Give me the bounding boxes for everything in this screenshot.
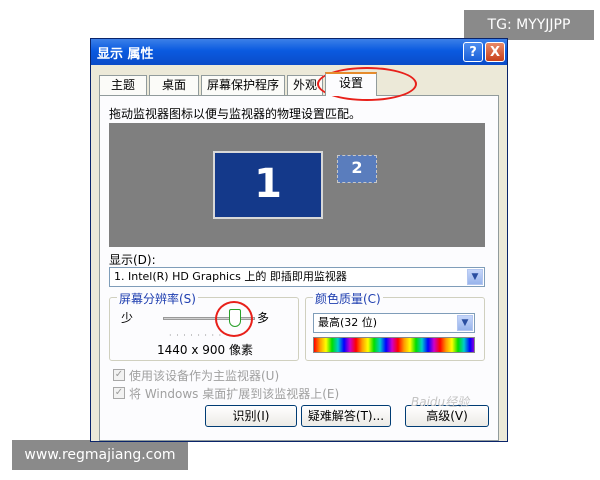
close-button[interactable]: X [485, 42, 505, 62]
tab-settings[interactable]: 设置 [325, 72, 377, 96]
display-select[interactable]: 1. Intel(R) HD Graphics 上的 即插即用监视器 ▼ [109, 267, 485, 287]
color-quality-value: 最高(32 位) [318, 316, 378, 329]
site-watermark: www.regmajiang.com [12, 440, 188, 470]
primary-monitor-label: 使用该设备作为主监视器(U) [129, 369, 280, 383]
resolution-more-label: 多 [257, 311, 270, 325]
monitor-arrangement-area: 1 2 [109, 123, 485, 247]
instruction-text: 拖动监视器图标以便与监视器的物理设置匹配。 [109, 107, 362, 121]
display-properties-window: 显示 属性 ? X 主题 桌面 屏幕保护程序 外观 设置 拖动监视器图标以便与监… [90, 38, 508, 442]
chevron-down-icon[interactable]: ▼ [467, 269, 483, 285]
tg-watermark: TG: MYYJJPP [464, 10, 594, 40]
display-select-value: 1. Intel(R) HD Graphics 上的 即插即用监视器 [114, 270, 347, 283]
title-bar[interactable]: 显示 属性 ? X [91, 39, 507, 65]
baidu-watermark: Baidu经验 [411, 395, 470, 409]
extend-desktop-label: 将 Windows 桌面扩展到该监视器上(E) [129, 387, 340, 401]
tab-desktop[interactable]: 桌面 [149, 75, 199, 95]
color-spectrum-bar [313, 337, 475, 353]
monitor-1-icon[interactable]: 1 [213, 151, 323, 219]
resolution-less-label: 少 [121, 311, 134, 325]
monitor-2-icon[interactable]: 2 [337, 155, 377, 183]
help-icon: ? [469, 45, 477, 60]
primary-monitor-checkbox[interactable]: ✓ [113, 369, 125, 381]
slider-highlight [215, 301, 253, 337]
close-icon: X [489, 45, 501, 60]
help-button[interactable]: ? [463, 42, 483, 62]
window-title: 显示 属性 [97, 47, 154, 62]
tab-theme[interactable]: 主题 [99, 75, 147, 95]
extend-desktop-checkbox[interactable]: ✓ [113, 387, 125, 399]
resolution-group-title: 屏幕分辨率(S) [117, 290, 198, 307]
display-label: 显示(D): [109, 253, 156, 267]
chevron-down-icon[interactable]: ▼ [457, 315, 473, 331]
resolution-slider-ticks: · · · · · · · · · [169, 331, 230, 340]
troubleshoot-button[interactable]: 疑难解答(T)... [301, 405, 391, 427]
tab-screensaver[interactable]: 屏幕保护程序 [201, 75, 285, 95]
identify-button[interactable]: 识别(I) [205, 405, 297, 427]
color-quality-group-title: 颜色质量(C) [313, 290, 383, 307]
resolution-value: 1440 x 900 像素 [157, 343, 253, 357]
color-quality-select[interactable]: 最高(32 位) ▼ [313, 313, 475, 333]
